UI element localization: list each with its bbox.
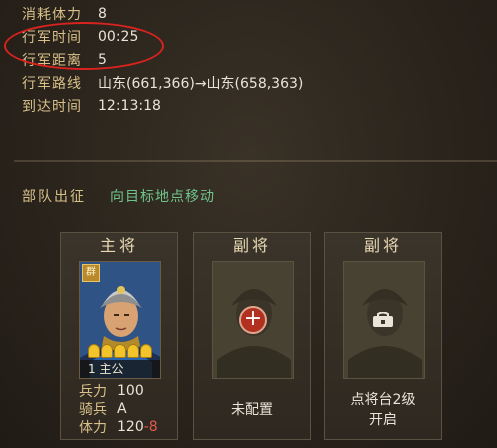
stat-value: 120	[117, 419, 144, 435]
lock-icon	[373, 312, 393, 327]
star-pip-icon	[114, 344, 126, 358]
card-title: 副将	[232, 236, 271, 255]
empty-portrait[interactable]: +	[212, 261, 294, 379]
star-pip-icon	[101, 344, 113, 358]
general-level-name: 1 主公	[80, 360, 160, 378]
info-arrival-time: 到达时间 12:13:18	[22, 96, 161, 116]
star-pip-icon	[127, 344, 139, 358]
deputy-status: 未配置	[231, 402, 273, 418]
info-value: 12:13:18	[98, 98, 161, 114]
deputy-unlock-state: 开启	[369, 412, 397, 428]
card-title: 副将	[363, 236, 402, 255]
stat-stamina: 体力 120 -8	[79, 418, 158, 436]
info-label: 消耗体力	[22, 7, 82, 23]
stat-label: 骑兵	[79, 402, 107, 418]
stat-label: 体力	[79, 420, 107, 436]
star-pip-icon	[140, 344, 152, 358]
info-label: 行军路线	[22, 76, 82, 92]
deputy-general-card-2[interactable]: 副将 点将台2级 开启	[324, 232, 442, 440]
stat-value: 100	[117, 383, 144, 399]
info-march-route: 行军路线 山东(661,366)→山东(658,363)	[22, 73, 303, 93]
general-portrait[interactable]: 群 1 主公	[79, 261, 161, 379]
stat-stamina-cost: -8	[143, 419, 158, 435]
section-subtitle: 向目标地点移动	[110, 189, 215, 205]
faction-badge: 群	[82, 264, 100, 282]
star-pip-icon	[88, 344, 100, 358]
info-stamina-cost: 消耗体力 8	[22, 4, 107, 24]
info-value: 8	[98, 6, 107, 22]
stat-unit-type: 骑兵 A	[79, 400, 127, 418]
info-label: 到达时间	[22, 99, 82, 115]
locked-portrait	[343, 261, 425, 379]
divider	[14, 160, 497, 162]
card-title: 主将	[99, 236, 138, 255]
add-general-button[interactable]: +	[239, 306, 267, 334]
stat-value: A	[117, 401, 127, 417]
stat-label: 兵力	[79, 384, 107, 400]
info-value: 山东(661,366)→山东(658,363)	[98, 76, 304, 92]
deputy-unlock-requirement: 点将台2级	[350, 392, 416, 408]
red-circle-annotation	[4, 22, 164, 70]
deputy-general-card-1[interactable]: 副将 + 未配置	[193, 232, 311, 440]
section-title: 部队出征	[22, 189, 86, 205]
star-rating	[88, 344, 152, 358]
stat-troops: 兵力 100	[79, 382, 144, 400]
main-general-card[interactable]: 主将 群 1 主公 兵力 100 骑兵 A 体力 120 -8	[60, 232, 178, 440]
